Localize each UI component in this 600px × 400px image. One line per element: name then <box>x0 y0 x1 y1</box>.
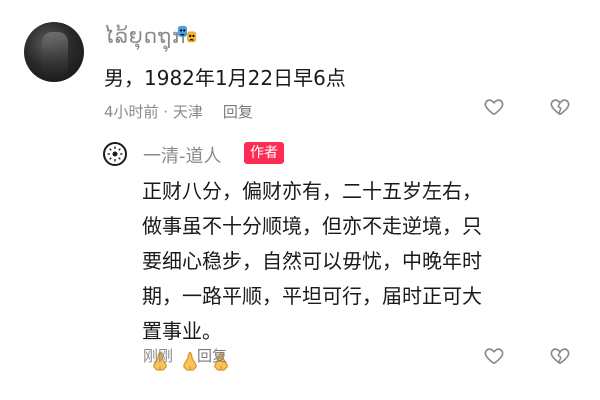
broken-heart-outline-icon[interactable] <box>549 345 571 367</box>
reply-button[interactable]: 回复 <box>197 345 227 366</box>
author-avatar[interactable] <box>103 142 127 166</box>
broken-heart-outline-icon[interactable] <box>549 96 571 118</box>
reply-button[interactable]: 回复 <box>223 101 253 122</box>
performing-arts-emoji-icon <box>177 25 197 43</box>
comment-username[interactable]: ໄລ້ຍຸດຖຸກ <box>104 24 186 48</box>
reply-line: 做事虽不十分顺境，但亦不走逆境，只 <box>142 214 482 238</box>
comment-meta: 4小时前 · 天津 回复 <box>104 101 253 122</box>
reply-line: 要细心稳步，自然可以毋忧，中晚年时 <box>142 249 482 273</box>
author-username[interactable]: 一清-道人 <box>143 142 222 168</box>
heart-outline-icon[interactable] <box>483 96 505 118</box>
heart-outline-icon[interactable] <box>483 345 505 367</box>
reply-line: 期，一路平顺，平坦可行，届时正可大 <box>142 284 482 308</box>
author-badge: 作者 <box>244 142 284 164</box>
reply-meta: 刚刚 回复 <box>143 345 227 366</box>
reply-line: 正财八分，偏财亦有，二十五岁左右， <box>142 179 482 203</box>
reply-time: 刚刚 <box>143 347 174 365</box>
comment-time-location: 4小时前 · 天津 <box>104 103 203 121</box>
user-avatar[interactable] <box>24 22 84 82</box>
comment-text: 男，1982年1月22日早6点 <box>104 66 346 90</box>
reply-line-end: 置事业。 <box>142 319 222 343</box>
